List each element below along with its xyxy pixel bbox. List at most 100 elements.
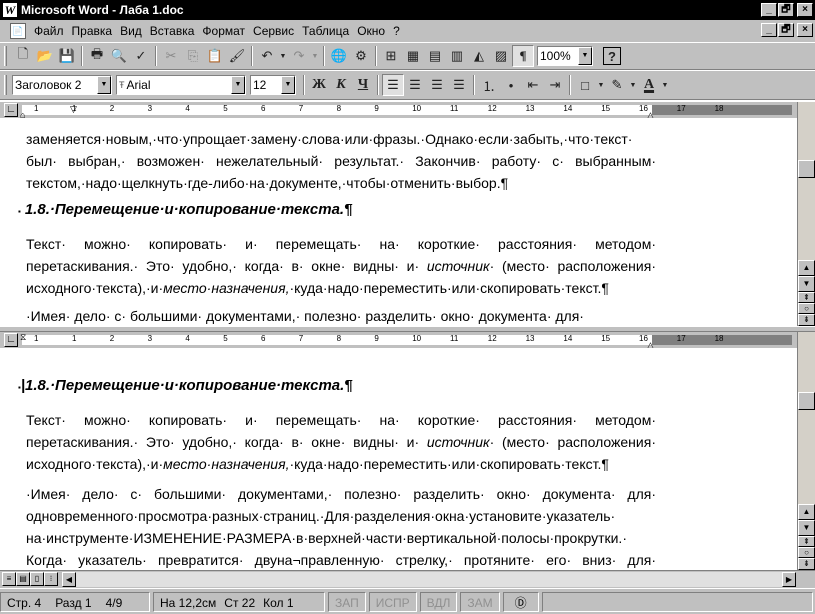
insert-excel-icon[interactable]: ▤	[424, 45, 446, 67]
chevron-down-icon[interactable]: ▼	[578, 47, 592, 65]
font-color-dropdown-icon[interactable]: ▼	[660, 74, 670, 96]
vertical-scrollbar-top[interactable]: ▲ ▼ ⇞ ○ ⇟	[797, 102, 815, 326]
menu-file[interactable]: Файл	[30, 21, 68, 41]
columns-icon[interactable]: ▥	[446, 45, 468, 67]
scroll-thumb[interactable]	[798, 160, 815, 178]
increase-indent-icon[interactable]: ⇥	[544, 74, 566, 96]
print-layout-icon[interactable]: ▯	[30, 572, 44, 586]
horizontal-scroll-track[interactable]	[76, 572, 782, 587]
spelling-status-icon[interactable]: Ⓓ	[502, 591, 539, 612]
font-size-select[interactable]: 12 ▼	[250, 75, 296, 95]
web-layout-icon[interactable]: ▤	[16, 572, 30, 586]
style-select[interactable]: Заголовок 2 ▼	[12, 75, 112, 95]
cut-icon[interactable]: ✂	[160, 45, 182, 67]
close-button[interactable]: ×	[797, 3, 813, 17]
open-folder-icon[interactable]: 📂	[34, 45, 56, 67]
tab-selector-button[interactable]: ∟	[4, 103, 18, 117]
chevron-down-icon[interactable]: ▼	[231, 76, 245, 94]
tab-selector-button[interactable]: ∟	[4, 333, 18, 347]
select-browse-object-button[interactable]: ○	[798, 547, 815, 558]
document-map-icon[interactable]: ▨	[490, 45, 512, 67]
horizontal-ruler-bottom[interactable]: ∟ ⧖ △ 1 1 2 3 4 5 6 7 8 9 10 11 12 13 14 15 16 17 18	[0, 332, 815, 350]
scroll-up-button[interactable]: ▲	[798, 504, 815, 520]
document-text-bottom[interactable]: ▪|1.8.·Перемещение·и·копирование·текста.…	[18, 374, 656, 570]
prev-page-button[interactable]: ⇞	[798, 536, 815, 547]
italic-button[interactable]: К	[330, 74, 352, 96]
next-page-button[interactable]: ⇟	[798, 558, 815, 570]
align-left-icon[interactable]: ☰	[382, 74, 404, 96]
tables-borders-icon[interactable]: ⊞	[380, 45, 402, 67]
align-right-icon[interactable]: ☰	[426, 74, 448, 96]
outline-view-icon[interactable]: ⁝	[44, 572, 58, 586]
scroll-right-button[interactable]: ▶	[782, 572, 796, 587]
spelling-icon[interactable]: ✓	[130, 45, 152, 67]
drawing-icon[interactable]: ◭	[468, 45, 490, 67]
copy-icon[interactable]: ⎘	[182, 45, 204, 67]
scroll-down-button[interactable]: ▼	[798, 276, 815, 292]
bold-button[interactable]: Ж	[308, 74, 330, 96]
doc-close-button[interactable]: ×	[797, 23, 813, 37]
minimize-button[interactable]: _	[761, 3, 777, 17]
numbering-icon[interactable]: ⒈	[478, 74, 500, 96]
print-preview-icon[interactable]: 🔍	[108, 45, 130, 67]
status-position-info[interactable]: На 12,2см Ст 22 Кол 1	[153, 591, 325, 612]
borders-icon[interactable]: □	[574, 74, 596, 96]
chevron-down-icon[interactable]: ▼	[97, 76, 111, 94]
document-pane-bottom[interactable]: ▪|1.8.·Перемещение·и·копирование·текста.…	[0, 348, 797, 570]
select-browse-object-button[interactable]: ○	[798, 303, 815, 314]
prev-page-button[interactable]: ⇞	[798, 292, 815, 303]
menu-edit[interactable]: Правка	[68, 21, 117, 41]
doc-minimize-button[interactable]: _	[761, 23, 777, 37]
status-extend-selection[interactable]: ВДЛ	[419, 591, 458, 612]
restore-button[interactable]: 🗗	[778, 3, 794, 17]
format-painter-icon[interactable]: 🖌	[226, 45, 248, 67]
doc-restore-button[interactable]: 🗗	[778, 23, 794, 37]
first-line-indent-marker-icon[interactable]: ⧖	[20, 332, 26, 342]
document-icon[interactable]: 📄	[10, 23, 26, 39]
status-overtype[interactable]: ЗАМ	[460, 591, 500, 612]
borders-dropdown-icon[interactable]: ▼	[596, 74, 606, 96]
help-icon[interactable]: ?	[603, 47, 621, 65]
zoom-select[interactable]: 100% ▼	[537, 46, 593, 66]
font-color-button[interactable]: A	[638, 74, 660, 96]
hyperlink-icon[interactable]: 🌐	[328, 45, 350, 67]
scroll-down-button[interactable]: ▼	[798, 520, 815, 536]
horizontal-ruler-top[interactable]: ∟ ⌂ ▽ △ 1 1 2 3 4 5 6 7 8 9 10 11 12 13 14 15 16 17 18	[0, 102, 815, 120]
menu-help[interactable]: ?	[389, 21, 404, 41]
menu-insert[interactable]: Вставка	[146, 21, 199, 41]
insert-table-icon[interactable]: ▦	[402, 45, 424, 67]
horizontal-scrollbar[interactable]: ≡ ▤ ▯ ⁝ ◀ ▶	[0, 570, 815, 588]
menu-view[interactable]: Вид	[116, 21, 146, 41]
bullets-icon[interactable]: •	[500, 74, 522, 96]
redo-dropdown-icon[interactable]: ▼	[310, 45, 320, 67]
paste-icon[interactable]: 📋	[204, 45, 226, 67]
scroll-thumb[interactable]	[798, 392, 815, 410]
menu-window[interactable]: Окно	[353, 21, 389, 41]
menu-format[interactable]: Формат	[198, 21, 249, 41]
save-icon[interactable]: 💾	[56, 45, 78, 67]
highlight-icon[interactable]: ✎	[606, 74, 628, 96]
menu-table[interactable]: Таблица	[298, 21, 353, 41]
scroll-left-button[interactable]: ◀	[62, 572, 76, 587]
chevron-down-icon[interactable]: ▼	[281, 76, 295, 94]
font-select[interactable]: Ŧ Arial ▼	[116, 75, 246, 95]
document-pane-top[interactable]: заменяется·новым,·что·упрощает·замену·сл…	[0, 118, 797, 326]
undo-dropdown-icon[interactable]: ▼	[278, 45, 288, 67]
decrease-indent-icon[interactable]: ⇤	[522, 74, 544, 96]
justify-icon[interactable]: ☰	[448, 74, 470, 96]
vertical-scrollbar-bottom[interactable]: ▲ ▼ ⇞ ○ ⇟	[797, 332, 815, 570]
web-toolbar-icon[interactable]: ⚙	[350, 45, 372, 67]
scroll-up-button[interactable]: ▲	[798, 260, 815, 276]
status-page-info[interactable]: Стр. 4 Разд 1 4/9	[0, 591, 150, 612]
status-record-macro[interactable]: ЗАП	[328, 591, 366, 612]
menu-tools[interactable]: Сервис	[249, 21, 298, 41]
highlight-dropdown-icon[interactable]: ▼	[628, 74, 638, 96]
show-formatting-icon[interactable]: ¶	[512, 45, 534, 67]
word-app-icon[interactable]: W	[3, 3, 17, 17]
underline-button[interactable]: Ч	[352, 74, 374, 96]
status-track-changes[interactable]: ИСПР	[368, 591, 417, 612]
undo-icon[interactable]: ↶	[256, 45, 278, 67]
next-page-button[interactable]: ⇟	[798, 314, 815, 326]
align-center-icon[interactable]: ☰	[404, 74, 426, 96]
normal-view-icon[interactable]: ≡	[2, 572, 16, 586]
